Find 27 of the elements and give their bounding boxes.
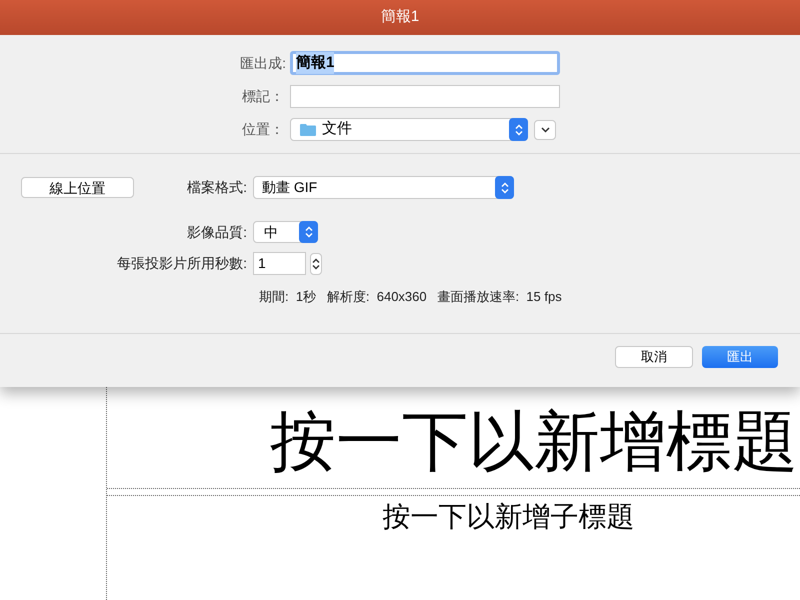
field-label: 標記： bbox=[241, 87, 285, 106]
window-title: 簡報1 bbox=[380, 7, 420, 28]
tags-field[interactable] bbox=[290, 85, 560, 108]
quality-select[interactable]: 中 bbox=[253, 221, 318, 243]
field-label: 位置： bbox=[241, 120, 285, 139]
stepper-icon bbox=[514, 124, 522, 136]
cancel-button[interactable]: 取消 bbox=[615, 346, 693, 368]
chevron-down-icon bbox=[540, 126, 550, 132]
field-label: 每張投影片所用秒數: bbox=[116, 254, 248, 273]
field-label: 匯出成: bbox=[239, 54, 287, 72]
online-locations-button[interactable]: 線上位置 bbox=[21, 177, 134, 198]
title-placeholder[interactable]: 按一下以新增標題 bbox=[270, 402, 798, 482]
stepper-icon bbox=[500, 182, 508, 194]
folder-icon bbox=[300, 123, 316, 136]
format-select[interactable]: 動畫 GIF bbox=[253, 176, 514, 199]
field-label: 影像品質: bbox=[186, 222, 248, 242]
seconds-field[interactable]: 1 bbox=[253, 252, 306, 275]
stepper-icon bbox=[304, 226, 312, 238]
export-info: 期間: 1秒 解析度: 640x360 畫面播放速率: 15 fps bbox=[259, 288, 563, 306]
stepper-icon bbox=[312, 258, 320, 270]
stepper-button[interactable] bbox=[310, 252, 322, 274]
name-field[interactable]: 簡報1 bbox=[290, 51, 560, 75]
location-select[interactable]: 文件 bbox=[290, 118, 528, 141]
subtitle-placeholder[interactable]: 按一下以新增子標題 bbox=[382, 500, 634, 534]
expand-button[interactable] bbox=[534, 120, 556, 140]
field-label: 檔案格式: bbox=[186, 178, 248, 197]
export-button[interactable]: 匯出 bbox=[702, 346, 778, 368]
